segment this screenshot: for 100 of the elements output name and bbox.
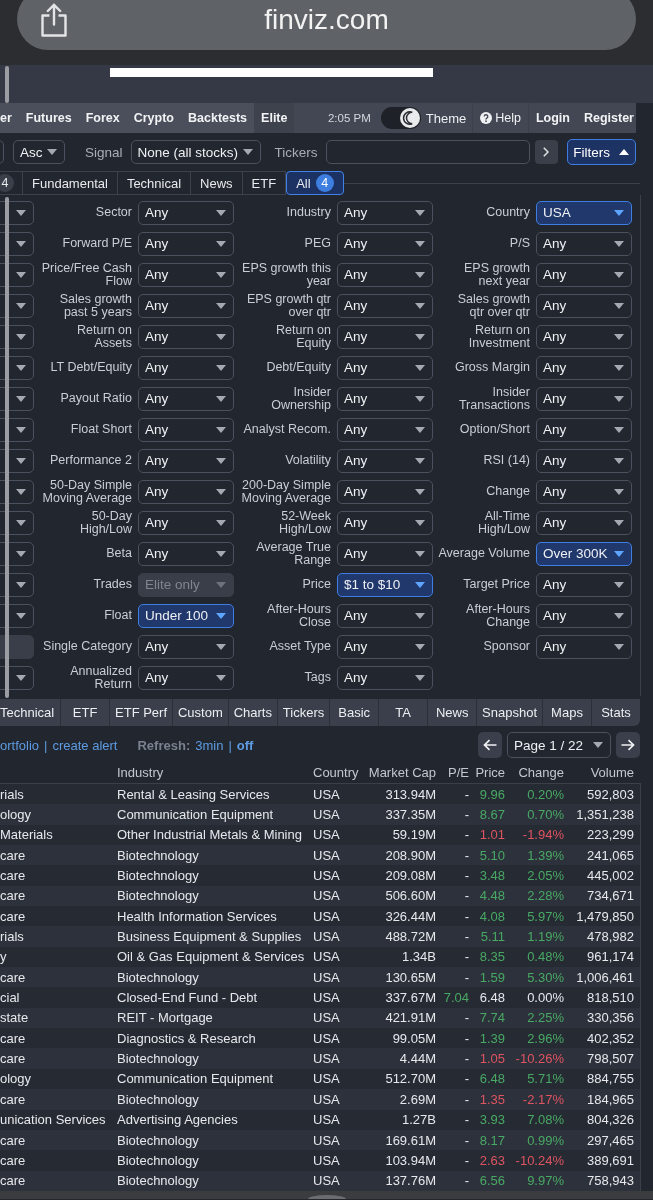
filter-select[interactable]: Any bbox=[536, 386, 632, 411]
filter-tab[interactable]: Technical bbox=[117, 171, 192, 195]
filter-select[interactable]: Any bbox=[536, 603, 632, 628]
help-link[interactable]: Help bbox=[472, 103, 528, 133]
filter-select[interactable]: Any bbox=[337, 262, 433, 287]
share-icon[interactable] bbox=[40, 3, 68, 37]
filter-select[interactable]: Any bbox=[337, 231, 433, 256]
filter-select[interactable]: Any bbox=[138, 510, 234, 535]
table-row[interactable]: rials Rental & Leasing Services USA 313.94M - 9.96 0.20% 592,803 bbox=[0, 784, 640, 805]
table-row[interactable]: cial Closed-End Fund - Debt USA 337.67M 7.04 6.48 0.00% 818,510 bbox=[0, 987, 640, 1008]
filter-select[interactable]: Any bbox=[536, 510, 632, 535]
filter-select[interactable]: Any bbox=[536, 262, 632, 287]
filter-select[interactable]: $1 to $10 bbox=[337, 572, 433, 597]
table-row[interactable]: care Biotechnology USA 169.61M - 8.17 0.99% 297,465 bbox=[0, 1129, 640, 1151]
nav-link[interactable]: Futures bbox=[18, 103, 79, 133]
filter-select[interactable]: Any bbox=[536, 479, 632, 504]
filter-select[interactable]: Any bbox=[138, 448, 234, 473]
refresh-option[interactable]: off bbox=[236, 737, 254, 753]
filter-select[interactable]: Any bbox=[138, 324, 234, 349]
table-row[interactable]: care Biotechnology USA 208.90M - 5.10 1.39% 241,065 bbox=[0, 845, 640, 866]
filter-select[interactable]: Any bbox=[536, 448, 632, 473]
view-tab[interactable]: Snapshot bbox=[476, 699, 542, 726]
column-header[interactable]: Price bbox=[469, 764, 505, 780]
table-row[interactable]: care Biotechnology USA 103.94M - 2.63 -10.24% 389,691 bbox=[0, 1150, 640, 1171]
filter-select[interactable]: Any bbox=[337, 293, 433, 318]
filter-tab[interactable]: All 4 bbox=[286, 171, 344, 195]
view-tab[interactable]: TA bbox=[378, 699, 428, 726]
filter-select[interactable]: Any bbox=[337, 417, 433, 442]
nav-link[interactable]: Forex bbox=[78, 103, 127, 133]
filter-select[interactable]: Any bbox=[138, 231, 234, 256]
filter-select[interactable]: Any bbox=[337, 510, 433, 535]
nav-link[interactable]: Backtests bbox=[181, 103, 255, 133]
filter-select[interactable]: Any bbox=[337, 665, 433, 690]
filter-select[interactable]: Any bbox=[138, 386, 234, 411]
go-button[interactable] bbox=[534, 140, 558, 164]
filter-select[interactable]: Any bbox=[536, 355, 632, 380]
filter-select[interactable]: Any bbox=[337, 541, 433, 566]
previous-page-button[interactable] bbox=[478, 732, 502, 758]
table-row[interactable]: care Biotechnology USA 4.44M - 1.05 -10.26% 798,507 bbox=[0, 1048, 640, 1069]
column-header[interactable]: Change bbox=[505, 764, 564, 780]
filter-select[interactable]: Any bbox=[337, 386, 433, 411]
filter-tab[interactable]: Fundamental bbox=[23, 171, 118, 195]
filter-select[interactable]: Any bbox=[536, 293, 632, 318]
view-tab[interactable]: Technical bbox=[0, 699, 61, 726]
column-header[interactable]: Volume bbox=[564, 764, 634, 780]
filter-select[interactable]: Any bbox=[337, 634, 433, 659]
view-tab[interactable]: ETF bbox=[60, 699, 110, 726]
table-row[interactable]: rials Business Equipment & Supplies USA 488.72M - 5.11 1.19% 478,982 bbox=[0, 926, 640, 947]
view-tab[interactable]: Basic bbox=[329, 699, 379, 726]
filter-tab[interactable]: News bbox=[191, 171, 243, 195]
account-link[interactable]: Register bbox=[576, 103, 636, 133]
address-bar[interactable]: finviz.com bbox=[17, 0, 636, 50]
filter-select[interactable]: Under 100 bbox=[138, 603, 234, 628]
view-tab[interactable]: Stats bbox=[591, 699, 640, 726]
filter-tab[interactable]: 4 bbox=[0, 171, 23, 195]
filter-select[interactable]: Any bbox=[138, 417, 234, 442]
filter-select[interactable]: Any bbox=[337, 603, 433, 628]
account-link[interactable]: Login bbox=[527, 103, 577, 133]
nav-link[interactable]: Elite bbox=[254, 103, 295, 133]
filter-select[interactable]: Any bbox=[536, 417, 632, 442]
view-tab[interactable]: Maps bbox=[542, 699, 591, 726]
view-tab[interactable]: News bbox=[427, 699, 477, 726]
table-row[interactable]: care Biotechnology USA 137.76M - 6.56 9.97% 758,943 bbox=[0, 1170, 640, 1191]
filter-select[interactable]: USA bbox=[536, 200, 632, 225]
filter-select[interactable]: Any bbox=[138, 262, 234, 287]
table-row[interactable]: care Biotechnology USA 2.69M - 1.35 -2.17% 184,965 bbox=[0, 1089, 640, 1110]
filter-select[interactable]: Any bbox=[536, 634, 632, 659]
order-select[interactable]: Asc bbox=[13, 140, 65, 164]
table-row[interactable]: care Biotechnology USA 209.08M - 3.48 2.05% 445,002 bbox=[0, 865, 640, 886]
next-page-button[interactable] bbox=[616, 732, 640, 758]
filter-select[interactable]: Any bbox=[337, 479, 433, 504]
page-select[interactable]: Page 1 / 22 bbox=[507, 732, 611, 758]
column-header[interactable]: Country bbox=[313, 764, 360, 780]
view-tab[interactable]: Tickers bbox=[276, 699, 330, 726]
refresh-option[interactable]: 3min bbox=[195, 737, 224, 753]
filter-select[interactable]: Any bbox=[337, 200, 433, 225]
filters-button[interactable]: Filters bbox=[566, 139, 636, 165]
table-row[interactable]: ology Communication Equipment USA 337.35M - 8.67 0.70% 1,351,238 bbox=[0, 804, 640, 825]
table-row[interactable]: unication Services Advertising Agencies USA 1.27B - 3.93 7.08% 804,326 bbox=[0, 1109, 640, 1130]
nav-link[interactable]: er bbox=[0, 103, 19, 133]
table-row[interactable]: care Health Information Services USA 326.44M - 4.08 5.97% 1,479,850 bbox=[0, 906, 640, 927]
filter-select[interactable]: Any bbox=[138, 293, 234, 318]
text-link[interactable]: create alert bbox=[52, 737, 118, 753]
theme-toggle[interactable] bbox=[380, 107, 421, 129]
table-row[interactable]: Materials Other Industrial Metals & Mining USA 59.19M - 1.01 -1.94% 223,299 bbox=[0, 824, 640, 846]
text-link[interactable]: ortfolio bbox=[0, 737, 40, 753]
tickers-input[interactable] bbox=[325, 140, 530, 164]
column-header[interactable]: Market Cap bbox=[360, 764, 436, 780]
view-tab[interactable]: Charts bbox=[227, 699, 277, 726]
filter-select[interactable]: Any bbox=[337, 355, 433, 380]
table-row[interactable]: ology Communication Equipment USA 512.70M - 6.48 5.71% 884,755 bbox=[0, 1068, 640, 1090]
table-row[interactable]: y Oil & Gas Equipment & Services USA 1.34B - 8.35 0.48% 961,174 bbox=[0, 946, 640, 968]
filter-select[interactable]: Any bbox=[337, 448, 433, 473]
table-row[interactable]: care Biotechnology USA 506.60M - 4.48 2.28% 734,671 bbox=[0, 885, 640, 907]
filter-select[interactable]: Over 300K bbox=[536, 541, 632, 566]
theme-label[interactable]: Theme bbox=[425, 110, 467, 126]
view-tab[interactable]: ETF Perf bbox=[109, 699, 172, 726]
filter-select[interactable]: Any bbox=[337, 324, 433, 349]
signal-select[interactable]: None (all stocks) bbox=[130, 140, 261, 164]
filter-select[interactable]: Any bbox=[138, 665, 234, 690]
